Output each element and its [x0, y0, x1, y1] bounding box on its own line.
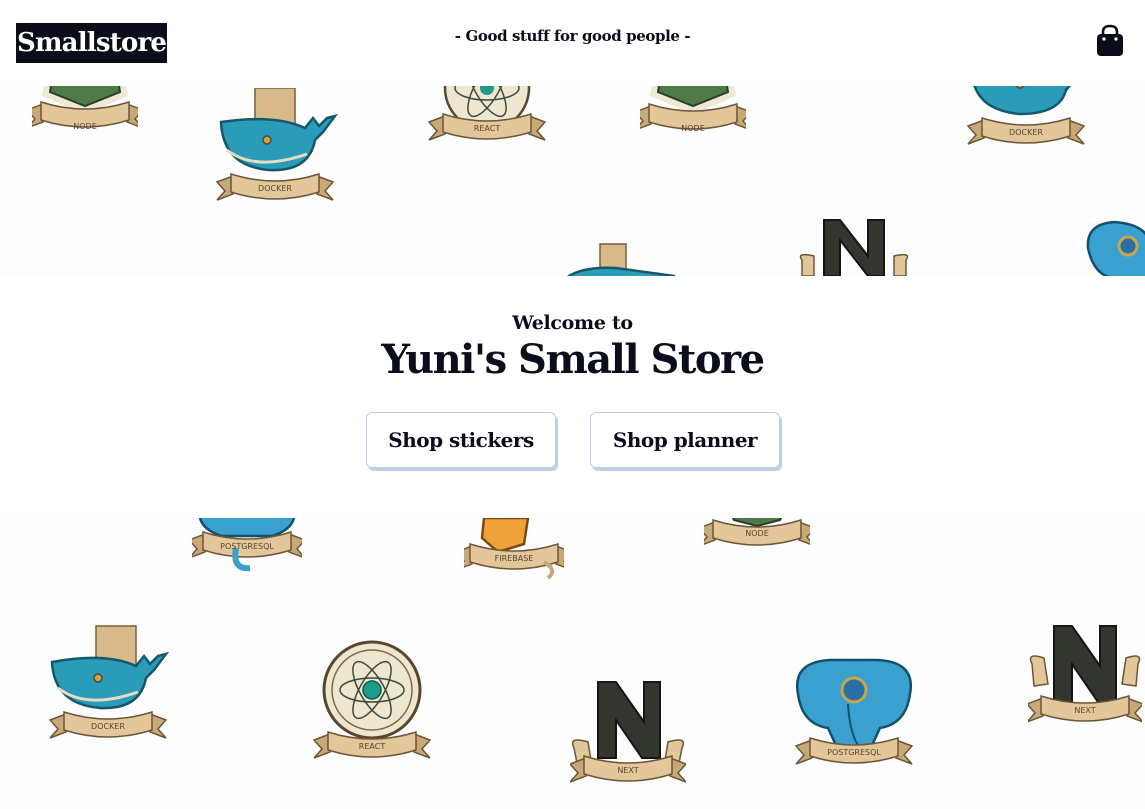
next-sticker — [799, 219, 909, 276]
sticker-label: POSTGRESQL — [220, 542, 274, 551]
node-sticker: NODE — [704, 518, 810, 547]
sticker-band-top: NODE DOCKER REACT NODE DOCKER — [0, 86, 1145, 276]
react-sticker: REACT — [313, 640, 431, 759]
postgresql-elephant-sticker — [1086, 220, 1145, 276]
firebase-sticker: FIREBASE — [464, 518, 564, 580]
sticker-label: REACT — [474, 124, 501, 133]
site-header: Smallstore - Good stuff for good people … — [0, 0, 1145, 86]
sticker-label: DOCKER — [258, 184, 292, 193]
sticker-label: NODE — [73, 122, 97, 131]
sticker-label: FIREBASE — [495, 554, 534, 563]
sticker-label: NODE — [681, 124, 705, 133]
hero-welcome: Welcome to — [512, 312, 633, 334]
next-sticker: NEXT — [570, 681, 686, 783]
docker-whale-sticker — [567, 243, 676, 276]
sticker-label: POSTGRESQL — [827, 748, 881, 757]
sticker-label: DOCKER — [91, 722, 125, 731]
postgresql-elephant-sticker: POSTGRESQL — [795, 658, 913, 765]
shopping-bag-icon[interactable] — [1094, 24, 1126, 58]
shop-stickers-button[interactable]: Shop stickers — [366, 412, 556, 468]
hero-section: Welcome to Yuni's Small Store Shop stick… — [0, 276, 1145, 518]
shop-planner-button[interactable]: Shop planner — [590, 412, 780, 468]
tagline: - Good stuff for good people - — [454, 27, 691, 45]
next-sticker: NEXT — [1028, 625, 1142, 723]
node-sticker: NODE — [32, 86, 138, 131]
docker-whale-sticker: DOCKER — [216, 88, 339, 201]
sticker-label: NEXT — [1074, 706, 1095, 715]
sticker-label: NODE — [745, 529, 769, 538]
sticker-band-bottom: POSTGRESQL FIREBASE NODE DOCKER REACT NE… — [0, 518, 1145, 809]
postgresql-elephant-sticker: POSTGRESQL — [192, 518, 302, 572]
docker-whale-sticker: DOCKER — [967, 86, 1085, 145]
react-sticker: REACT — [428, 86, 546, 141]
sticker-label: DOCKER — [1009, 128, 1043, 137]
sticker-label: REACT — [359, 742, 386, 751]
sticker-label: NEXT — [617, 766, 638, 775]
node-sticker: NODE — [640, 86, 746, 133]
docker-whale-sticker: DOCKER — [49, 625, 170, 739]
hero-title: Yuni's Small Store — [381, 336, 765, 383]
